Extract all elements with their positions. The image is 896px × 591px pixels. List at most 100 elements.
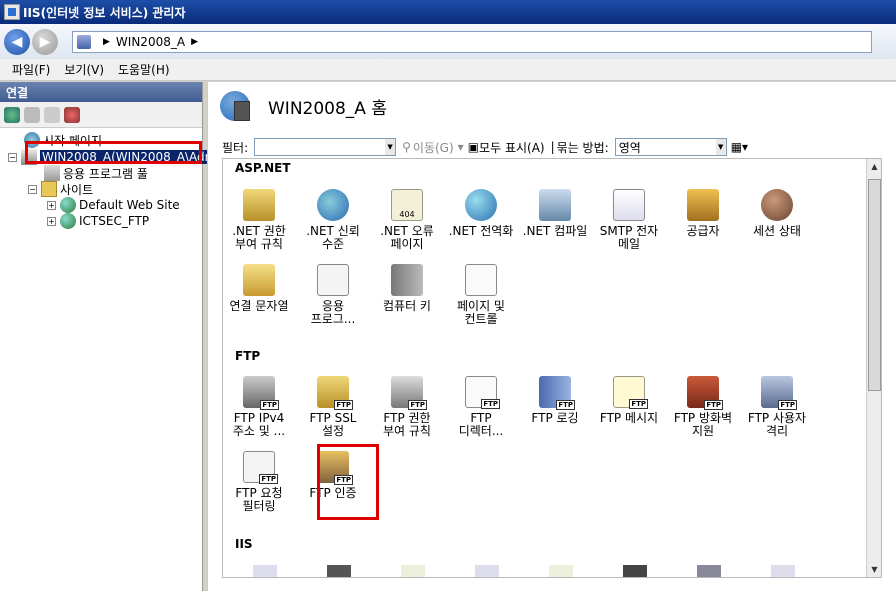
lock-icon — [243, 189, 275, 221]
group-by-label: 묶는 방법: — [556, 140, 609, 155]
chevron-down-icon[interactable]: ▼ — [385, 139, 396, 155]
filter-input[interactable]: ▼ — [254, 138, 397, 156]
feature-net-error-pages[interactable]: 404 .NET 오류 페이지 — [371, 189, 443, 251]
sites-folder-icon — [41, 181, 57, 197]
app-pool-icon — [44, 165, 60, 181]
collapse-icon[interactable]: − — [28, 184, 37, 194]
expand-icon[interactable]: + — [47, 216, 56, 226]
iis-feature-row-partial — [223, 561, 863, 577]
feature-connection-strings[interactable]: 연결 문자열 — [223, 264, 295, 313]
users-icon: FTP — [761, 376, 797, 410]
breadcrumb-server[interactable]: WIN2008_A — [116, 35, 185, 49]
iis-manager-icon — [4, 4, 20, 20]
save-icon[interactable] — [24, 106, 40, 123]
feature-icon[interactable] — [327, 565, 351, 577]
view-mode-icon[interactable]: ▦▾ — [731, 140, 748, 154]
feature-icon[interactable] — [623, 565, 647, 577]
highlight-box-server — [25, 141, 202, 164]
collapse-icon[interactable]: − — [8, 152, 17, 162]
feature-icon[interactable] — [475, 565, 499, 577]
feature-ftp-ipv4[interactable]: FTP FTP IPv4 주소 및 ... — [223, 376, 295, 438]
feature-ftp-authorization[interactable]: FTP FTP 권한 부여 규칙 — [371, 376, 443, 438]
feature-ftp-ssl[interactable]: FTP FTP SSL 설정 — [297, 376, 369, 438]
disconnect-icon[interactable] — [64, 106, 80, 123]
feature-machine-key[interactable]: 컴퓨터 키 — [371, 264, 443, 313]
vertical-scrollbar[interactable]: ▲ ▼ — [866, 159, 881, 577]
highlight-box-ftp-ssl — [317, 444, 379, 520]
network-icon: FTP — [243, 376, 279, 410]
window-title: IIS(인터넷 정보 서비스) 관리자 — [23, 5, 186, 20]
menu-view[interactable]: 보기(V) — [64, 61, 104, 78]
settings-list-icon — [317, 264, 349, 296]
key-icon: FTP — [391, 376, 427, 410]
forward-button[interactable]: ▶ — [32, 28, 58, 55]
menu-file[interactable]: 파일(F) — [12, 61, 50, 78]
back-button[interactable]: ◀ — [4, 28, 30, 55]
address-bar: ◀ ▶ ▶ WIN2008_A ▶ — [0, 24, 896, 59]
scroll-thumb[interactable] — [868, 179, 881, 391]
trust-check-icon — [317, 189, 349, 221]
feature-icon[interactable] — [401, 565, 425, 577]
feature-icon[interactable] — [771, 565, 795, 577]
feature-net-trust[interactable]: .NET 신뢰 수준 — [297, 189, 369, 251]
tree-item-default-web-site[interactable]: + Default Web Site — [47, 197, 180, 213]
feature-icon[interactable] — [697, 565, 721, 577]
feature-icon[interactable] — [253, 565, 277, 577]
server-icon — [77, 34, 91, 49]
scroll-down-icon[interactable]: ▼ — [867, 562, 881, 577]
feature-ftp-firewall[interactable]: FTP FTP 방화벽 지원 — [667, 376, 739, 438]
chevron-right-icon[interactable]: ▶ — [191, 37, 198, 47]
feature-smtp-email[interactable]: SMTP 전자 메일 — [593, 189, 665, 251]
go-dropdown-icon[interactable]: ▾ — [458, 140, 464, 154]
show-all-icon[interactable]: ▣ — [468, 140, 479, 154]
feature-ftp-directory-browsing[interactable]: FTP FTP 디렉터... — [445, 376, 517, 438]
page-header: WIN2008_A 홈 — [208, 82, 896, 130]
expand-icon[interactable]: + — [47, 200, 56, 210]
connections-toolbar — [0, 102, 202, 128]
feature-net-globalization[interactable]: .NET 전역화 — [445, 189, 517, 238]
feature-ftp-messages[interactable]: FTP FTP 메시지 — [593, 376, 665, 425]
feature-providers[interactable]: 공급자 — [667, 189, 739, 238]
machine-key-icon — [391, 264, 423, 296]
show-all-button[interactable]: 모두 표시(A) — [479, 139, 545, 156]
chevron-right-icon: ▶ — [103, 36, 110, 47]
scroll-up-icon[interactable]: ▲ — [867, 159, 881, 174]
firewall-icon: FTP — [687, 376, 723, 410]
feature-ftp-user-isolation[interactable]: FTP FTP 사용자 격리 — [741, 376, 813, 438]
globe-icon — [60, 213, 76, 229]
feature-pages-controls[interactable]: 페이지 및 컨트롤 — [445, 264, 517, 326]
feature-net-compilation[interactable]: .NET 컴파일 — [519, 189, 591, 238]
providers-icon — [687, 189, 719, 221]
server-globe-icon — [220, 91, 250, 121]
menu-help[interactable]: 도움말(H) — [118, 61, 170, 78]
filter-label: 필터: — [222, 140, 249, 155]
feature-session-state[interactable]: 세션 상태 — [741, 189, 813, 238]
section-ftp: FTP — [235, 349, 261, 363]
database-icon — [243, 264, 275, 296]
menu-bar: 파일(F) 보기(V) 도움말(H) — [0, 59, 896, 81]
chevron-down-icon[interactable]: ▼ — [715, 139, 726, 155]
error-page-icon: 404 — [391, 189, 423, 221]
features-view: ASP.NET .NET 권한 부여 규칙 .NET 신뢰 수준 404 .NET … — [222, 158, 882, 578]
connect-icon[interactable] — [4, 106, 20, 123]
tree-item-sites[interactable]: − 사이트 — [28, 181, 93, 197]
tree-item-ictsec-ftp[interactable]: + ICTSEC_FTP — [47, 213, 149, 229]
up-icon[interactable] — [44, 106, 60, 123]
section-iis: IIS — [235, 537, 253, 551]
lock-icon: FTP — [317, 376, 353, 410]
feature-ftp-request-filtering[interactable]: FTP FTP 요청 필터링 — [223, 451, 295, 513]
divider: | — [550, 140, 555, 154]
compilation-icon — [539, 189, 571, 221]
binoculars-icon[interactable]: ⚲ — [402, 140, 411, 154]
feature-app-settings[interactable]: 응용 프로그... — [297, 264, 369, 326]
feature-net-authorization[interactable]: .NET 권한 부여 규칙 — [223, 189, 295, 251]
directory-icon: FTP — [465, 376, 500, 409]
tree-item-app-pools[interactable]: 응용 프로그램 풀 — [44, 165, 148, 181]
filter-bar: 필터: ▼ ⚲ 이동(G) ▾ ▣ 모두 표시(A) | 묶는 방법: 영역 ▼… — [222, 138, 882, 156]
filter-icon: FTP — [243, 451, 278, 484]
group-by-select[interactable]: 영역 ▼ — [614, 138, 727, 156]
feature-ftp-logging[interactable]: FTP FTP 로깅 — [519, 376, 591, 425]
go-button[interactable]: 이동(G) — [413, 139, 454, 156]
feature-icon[interactable] — [549, 565, 573, 577]
address-box[interactable]: ▶ WIN2008_A ▶ — [72, 30, 872, 53]
